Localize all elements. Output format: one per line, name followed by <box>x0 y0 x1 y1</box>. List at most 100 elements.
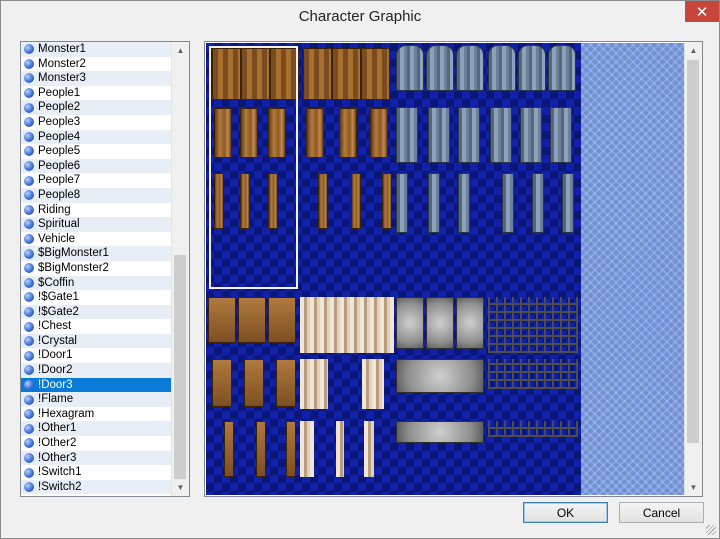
list-item[interactable]: !Flame <box>21 392 172 407</box>
scroll-up-icon[interactable]: ▲ <box>685 42 702 59</box>
sprite-tile <box>300 359 328 409</box>
title-bar[interactable]: Character Graphic ✕ <box>1 1 719 32</box>
list-item[interactable]: !Door1 <box>21 348 172 363</box>
list-item[interactable]: Monster1 <box>21 42 172 57</box>
sprite-tile <box>548 45 576 91</box>
list-item-label: !Other1 <box>38 422 77 435</box>
list-item[interactable]: !Hexagram <box>21 407 172 422</box>
sprite-tile <box>336 421 344 477</box>
blue-orb-icon <box>24 204 34 215</box>
list-item[interactable]: People1 <box>21 86 172 101</box>
sprite-tile <box>532 173 544 233</box>
list-item-label: !Other2 <box>38 437 77 450</box>
cancel-button[interactable]: Cancel <box>619 502 704 523</box>
sprite-tile <box>339 108 357 158</box>
sprite-tile <box>396 45 424 91</box>
blue-orb-icon <box>24 350 34 361</box>
sprite-tile <box>256 421 266 477</box>
list-item[interactable]: !Switch1 <box>21 465 172 480</box>
list-item[interactable]: !Crystal <box>21 333 172 349</box>
sprite-tile <box>396 359 484 393</box>
sprite-tile <box>502 173 514 233</box>
list-item[interactable]: People8 <box>21 187 172 203</box>
list-item[interactable]: $BigMonster2 <box>21 261 172 276</box>
list-item-label: People2 <box>38 101 81 114</box>
list-item[interactable]: !Switch2 <box>21 479 172 495</box>
scroll-down-icon[interactable]: ▼ <box>685 479 702 496</box>
scroll-thumb[interactable] <box>687 60 699 443</box>
close-button[interactable]: ✕ <box>685 1 719 22</box>
blue-orb-icon <box>24 452 34 463</box>
graphic-preview[interactable]: ▲ ▼ <box>204 41 703 497</box>
list-item-label: People8 <box>38 188 81 201</box>
list-item[interactable]: Vehicle <box>21 232 172 247</box>
sprite-tile <box>303 48 332 100</box>
list-item-label: $BigMonster2 <box>38 261 109 274</box>
sprite-tile <box>488 421 578 437</box>
sprite-tile <box>396 173 408 233</box>
sprite-tile <box>488 297 578 353</box>
sprite-tile <box>396 421 484 443</box>
list-item[interactable]: !Other3 <box>21 450 172 466</box>
list-item[interactable]: !Other1 <box>21 421 172 437</box>
list-item-label: !Chest <box>38 320 72 333</box>
sprite-tile <box>428 173 440 233</box>
list-scrollbar[interactable]: ▲ ▼ <box>171 42 189 496</box>
list-item[interactable]: !Other2 <box>21 436 172 451</box>
list-item[interactable]: People5 <box>21 144 172 159</box>
sprite-tile <box>361 48 390 100</box>
list-item-label: !Door1 <box>38 349 73 362</box>
list-item[interactable]: People6 <box>21 158 172 174</box>
list-item[interactable]: People2 <box>21 100 172 115</box>
sprite-tile <box>306 108 324 158</box>
list-item[interactable]: !Door2 <box>21 363 172 378</box>
list-item[interactable]: !Door3 <box>21 377 172 393</box>
list-item-label: !Switch2 <box>38 480 82 493</box>
list-item[interactable]: People4 <box>21 129 172 145</box>
scroll-up-icon[interactable]: ▲ <box>172 42 189 59</box>
blue-orb-icon <box>24 292 34 303</box>
scroll-thumb[interactable] <box>174 255 186 479</box>
list-item[interactable]: People3 <box>21 115 172 130</box>
blue-orb-icon <box>24 482 34 493</box>
list-item-label: Monster2 <box>38 57 86 70</box>
resize-grip-icon[interactable] <box>706 525 716 535</box>
list-item[interactable]: Riding <box>21 203 172 218</box>
list-item-label: People5 <box>38 145 81 158</box>
list-item-label: $Coffin <box>38 276 75 289</box>
close-icon: ✕ <box>695 3 709 21</box>
list-item[interactable]: Spiritual <box>21 217 172 232</box>
blue-orb-icon <box>24 234 34 245</box>
sprite-tile <box>382 173 392 229</box>
sprite-tile <box>362 359 384 409</box>
list-item-label: !Switch1 <box>38 466 82 479</box>
blue-orb-icon <box>24 146 34 157</box>
sprite-tile <box>456 45 484 91</box>
ok-button[interactable]: OK <box>523 502 608 523</box>
list-item[interactable]: People7 <box>21 173 172 188</box>
list-item[interactable]: Monster2 <box>21 57 172 72</box>
sprite-tile <box>332 48 361 100</box>
sprite-tile <box>550 107 572 163</box>
character-sheet[interactable] <box>206 43 581 495</box>
list-item-label: People7 <box>38 174 81 187</box>
list-item[interactable]: Monster3 <box>21 71 172 86</box>
scroll-down-icon[interactable]: ▼ <box>172 479 189 496</box>
blue-orb-icon <box>24 263 34 274</box>
list-item-label: Spiritual <box>38 218 80 231</box>
list-item[interactable]: !$Gate1 <box>21 290 172 305</box>
selection-frame[interactable] <box>209 46 298 289</box>
list-item[interactable]: $Coffin <box>21 275 172 291</box>
sprite-tile <box>370 108 388 158</box>
graphic-file-list[interactable]: Monster1 Monster2 Monster3 People1 People2 Pe… <box>20 41 190 497</box>
list-item[interactable]: !$Gate2 <box>21 304 172 320</box>
dialog-title: Character Graphic <box>298 8 422 25</box>
list-item[interactable]: !Chest <box>21 319 172 334</box>
sprite-tile <box>456 297 484 349</box>
sprite-tile <box>286 421 296 477</box>
list-item-label: People3 <box>38 115 81 128</box>
sprite-tile <box>318 173 328 229</box>
preview-scrollbar[interactable]: ▲ ▼ <box>684 42 702 496</box>
list-item[interactable]: $BigMonster1 <box>21 246 172 261</box>
sprite-tile <box>300 297 394 353</box>
